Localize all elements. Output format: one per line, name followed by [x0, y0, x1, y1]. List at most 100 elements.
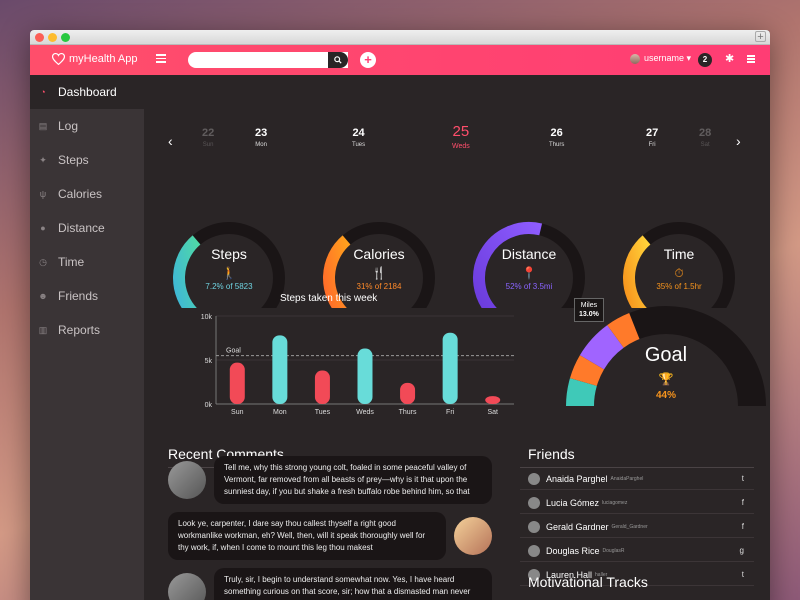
y-tick-label: 10k: [201, 314, 213, 321]
add-button[interactable]: +: [360, 52, 376, 68]
bar: [485, 396, 501, 404]
sidebar-item-label: Friends: [58, 289, 99, 303]
menu-toggle-icon[interactable]: [156, 54, 166, 64]
friend-name: Anaida Parghel: [546, 473, 608, 484]
day-label: Sat: [700, 142, 710, 148]
comment-item: Look ye, carpenter, I dare say thou call…: [168, 512, 492, 560]
heart-icon: [52, 53, 65, 65]
social-icon[interactable]: t: [742, 570, 744, 579]
gauge-title: Distance: [501, 246, 557, 262]
username-label: username ▾: [644, 53, 692, 63]
day-weds[interactable]: 25 Weds: [452, 123, 470, 150]
steps-chart-svg: 0k 5k 10k Goal Sun Mon Tues Weds Thurs Fri Sat: [201, 314, 514, 416]
gauge-distance[interactable]: Distance 📍 52% of 3.5mi: [470, 220, 588, 308]
friend-handle: DouglasR: [602, 547, 625, 554]
friend-row[interactable]: Gerald Gardner Gerald_Gardner f: [520, 516, 754, 538]
new-tab-button[interactable]: +: [755, 31, 766, 43]
fork-knife-icon: ψ: [39, 189, 47, 199]
sidebar-item-log[interactable]: ▤ Log: [30, 109, 144, 143]
avatar: [528, 496, 540, 509]
bar: [229, 362, 245, 404]
dashboard-icon: ◔: [40, 87, 46, 97]
sidebar-item-dashboard[interactable]: ◔ Dashboard: [30, 75, 144, 109]
gauge-time[interactable]: Time ⏱ 35% of 1.5hr: [620, 220, 738, 308]
sidebar-item-time[interactable]: ◷ Time: [30, 245, 144, 279]
sidebar-item-label: Distance: [58, 221, 105, 235]
bar: [272, 335, 288, 404]
day-sat[interactable]: 28 Sat: [699, 127, 711, 148]
x-tick-label: Sat: [487, 409, 498, 416]
user-menu[interactable]: username ▾: [630, 53, 691, 64]
day-mon[interactable]: 23 Mon: [255, 127, 267, 148]
walking-icon: ✦: [39, 154, 47, 165]
friend-row[interactable]: Lucia Gómez luciagomez f: [520, 492, 754, 514]
sidebar-item-label: Steps: [58, 153, 89, 167]
goal-line-label: Goal: [226, 348, 241, 355]
tooltip-value: 13.0%: [579, 311, 599, 318]
day-number: 27: [646, 127, 659, 139]
day-number: 22: [202, 127, 215, 139]
goal-segment: [607, 313, 640, 348]
day-number: 24: [352, 127, 365, 139]
clock-icon: ◷: [39, 256, 47, 267]
friend-row[interactable]: Anaida Parghel AnaidaParghel t: [520, 468, 754, 490]
list-menu-icon[interactable]: [747, 55, 755, 64]
comment-avatar: [168, 461, 206, 499]
gauge-steps[interactable]: Steps 🚶 7.2% of 5823: [170, 220, 288, 308]
notification-badge[interactable]: 2: [698, 53, 712, 67]
minimize-window-button[interactable]: [48, 33, 57, 42]
comment-bubble: Truly, sir, I begin to understand somewh…: [214, 568, 492, 600]
sidebar-item-distance[interactable]: ● Distance: [30, 211, 144, 245]
comment-item: Truly, sir, I begin to understand somewh…: [168, 568, 492, 600]
friend-row[interactable]: Douglas Rice DouglasR g: [520, 540, 754, 562]
social-icon[interactable]: f: [742, 522, 744, 531]
browser-window: + myHealth App + username ▾ 2 ✱ ◔ Dashboa…: [30, 30, 770, 600]
maximize-window-button[interactable]: [61, 33, 70, 42]
trophy-icon: 🏆: [658, 372, 674, 386]
gauge-subtitle: 52% of 3.5mi: [505, 282, 553, 291]
sidebar-item-calories[interactable]: ψ Calories: [30, 177, 144, 211]
friends-title: Friends: [528, 446, 575, 462]
y-tick-label: 0k: [205, 402, 213, 409]
gauge-title: Steps: [211, 246, 247, 262]
friend-handle: Gerald_Gardner: [611, 523, 648, 530]
social-icon[interactable]: f: [742, 498, 744, 507]
sidebar-item-reports[interactable]: ▥ Reports: [30, 313, 144, 347]
sidebar-item-steps[interactable]: ✦ Steps: [30, 143, 144, 177]
day-number: 28: [699, 127, 712, 139]
search-input[interactable]: [188, 52, 348, 68]
close-window-button[interactable]: [35, 33, 44, 42]
social-icon[interactable]: t: [742, 474, 744, 483]
day-tues[interactable]: 24 Tues: [352, 127, 365, 148]
gauge-subtitle: 35% of 1.5hr: [656, 282, 702, 291]
gauge-icon: 🚶: [221, 266, 237, 280]
x-tick-label: Thurs: [399, 409, 417, 416]
avatar: [528, 544, 540, 557]
app-brand[interactable]: myHealth App: [52, 53, 137, 65]
chevron-left-icon[interactable]: ‹: [168, 133, 173, 149]
friend-handle: AnaidaParghel: [610, 475, 644, 482]
people-icon: ☻: [38, 291, 48, 301]
window-chrome: +: [30, 30, 770, 45]
day-label: Mon: [255, 142, 267, 148]
day-thurs[interactable]: 26 Thurs: [549, 127, 564, 148]
sidebar-item-friends[interactable]: ☻ Friends: [30, 279, 144, 313]
chevron-right-icon[interactable]: ›: [736, 133, 741, 149]
search-button[interactable]: [328, 52, 348, 68]
chart-icon: ▥: [38, 324, 48, 335]
x-tick-label: Fri: [446, 409, 455, 416]
top-bar: myHealth App + username ▾ 2 ✱: [30, 45, 770, 75]
day-label: Fri: [648, 142, 656, 148]
day-number: 25: [452, 123, 470, 140]
gauge-icon: 📍: [521, 266, 537, 280]
day-sun[interactable]: 22 Sun: [202, 127, 214, 148]
social-icon[interactable]: g: [740, 546, 744, 555]
goal-tooltip: Miles 13.0%: [574, 298, 604, 322]
gear-icon[interactable]: ✱: [725, 54, 734, 65]
friend-handle: luciagomez: [602, 499, 628, 506]
day-fri[interactable]: 27 Fri: [646, 127, 658, 148]
avatar: [630, 53, 640, 64]
friend-name: Gerald Gardner: [546, 521, 609, 532]
goal-title: Goal: [644, 344, 688, 366]
day-number: 26: [550, 127, 563, 139]
